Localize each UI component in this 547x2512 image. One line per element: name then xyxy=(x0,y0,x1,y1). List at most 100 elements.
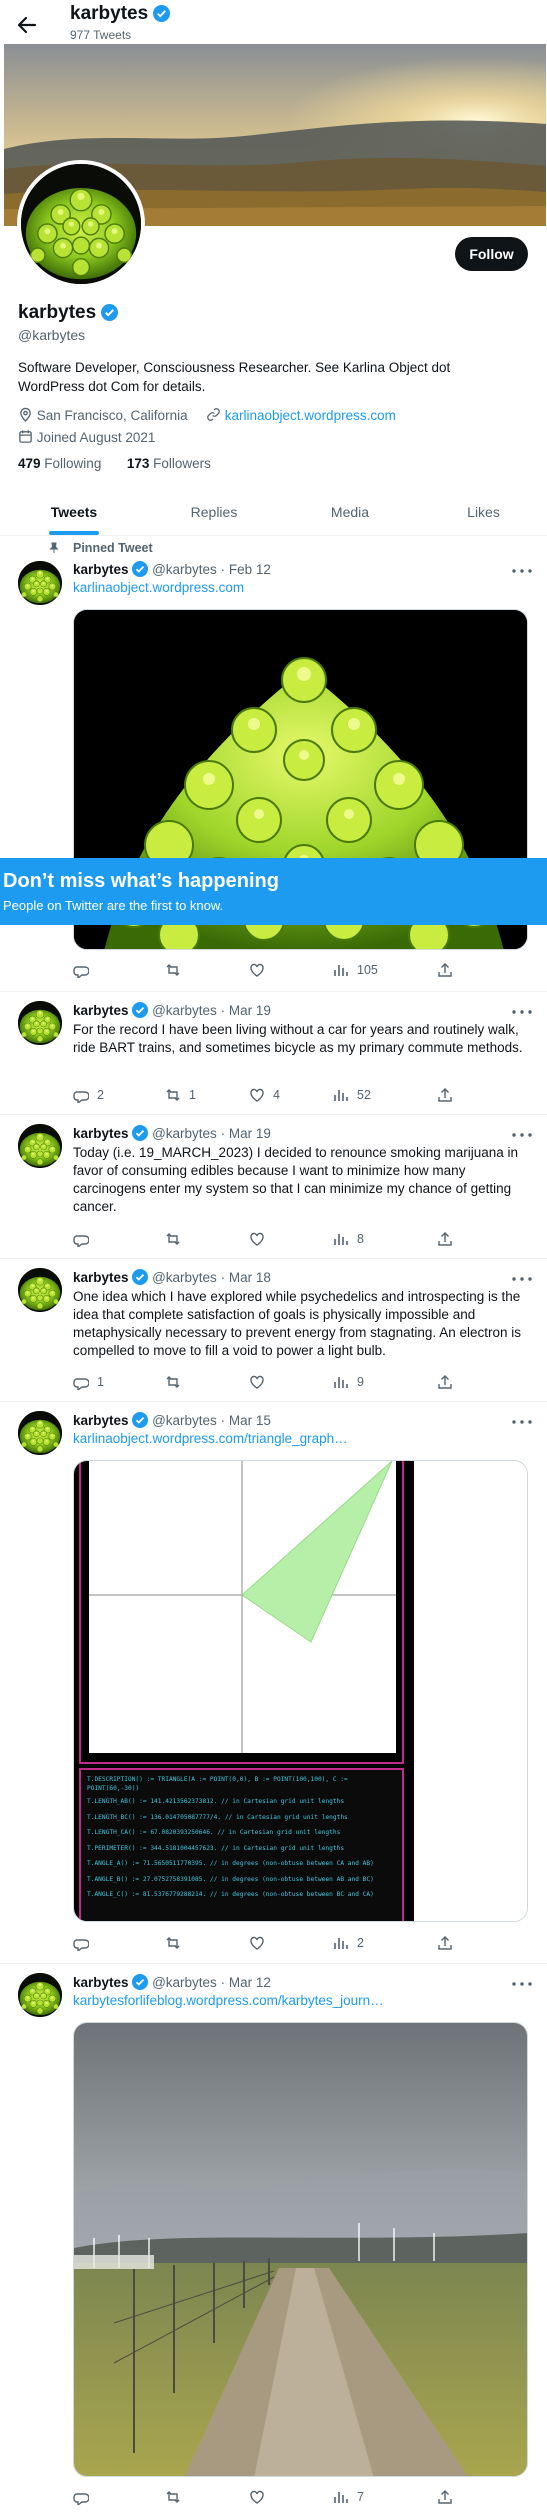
website-link[interactable]: karlinaobject.wordpress.com xyxy=(225,408,396,423)
tweet[interactable]: karbytes @karbytes · Mar 19 For the reco… xyxy=(0,993,547,1115)
tweet-avatar[interactable] xyxy=(18,1973,62,2017)
tweet-author-handle[interactable]: @karbytes xyxy=(152,1975,217,1990)
views-button[interactable]: 2 xyxy=(333,1933,364,1953)
followers-count: 173 xyxy=(126,456,150,471)
reply-button[interactable]: 2 xyxy=(73,1085,104,1105)
tweet-author-handle[interactable]: @karbytes xyxy=(152,1413,217,1428)
like-button[interactable]: 4 xyxy=(249,1085,280,1105)
views-button[interactable]: 52 xyxy=(333,1085,371,1105)
tweet-author-name[interactable]: karbytes xyxy=(73,1126,129,1141)
reply-button[interactable] xyxy=(73,960,97,980)
tweet-author-name[interactable]: karbytes xyxy=(73,562,129,577)
tweet-author-handle[interactable]: @karbytes xyxy=(152,1270,217,1285)
following-stat[interactable]: 479 Following xyxy=(18,456,101,471)
tweet-avatar[interactable] xyxy=(18,1124,62,1168)
retweet-button[interactable] xyxy=(165,1933,189,1953)
tweet-author-handle[interactable]: @karbytes xyxy=(152,1003,217,1018)
tweet[interactable]: karbytes @karbytes · Mar 18 One idea whi… xyxy=(0,1260,547,1402)
share-button[interactable] xyxy=(437,1085,453,1105)
more-options-icon[interactable] xyxy=(511,563,533,579)
dot-separator: · xyxy=(220,1003,226,1018)
tweet-author-name[interactable]: karbytes xyxy=(73,1975,129,1990)
tweet-text: One idea which I have explored while psy… xyxy=(73,1289,521,1358)
views-chart-icon xyxy=(334,2491,348,2504)
share-button[interactable] xyxy=(437,2487,453,2507)
share-button[interactable] xyxy=(437,1372,453,1392)
more-options-icon[interactable] xyxy=(511,1127,533,1143)
tweet-date[interactable]: Feb 12 xyxy=(229,562,271,577)
share-button[interactable] xyxy=(437,1229,453,1249)
more-options-icon[interactable] xyxy=(511,1004,533,1020)
graph-screenshot: T.DESCRIPTION() := TRIANGLE(A := POINT(0… xyxy=(74,1461,414,1921)
tweet-link[interactable]: karbytesforlifeblog.wordpress.com/karbyt… xyxy=(73,1993,384,2008)
tweet[interactable]: karbytes @karbytes · Mar 19 Today (i.e. … xyxy=(0,1116,547,1259)
tab-likes[interactable]: Likes xyxy=(420,488,547,536)
tweet-actions: 1 9 xyxy=(73,1372,513,1392)
views-button[interactable]: 8 xyxy=(333,1229,364,1249)
back-arrow-icon[interactable] xyxy=(14,12,40,38)
more-options-icon[interactable] xyxy=(511,1976,533,1992)
views-button[interactable]: 105 xyxy=(333,960,378,980)
tweet-date[interactable]: Mar 18 xyxy=(229,1270,271,1285)
retweet-icon xyxy=(166,1937,180,1949)
share-button[interactable] xyxy=(437,1933,453,1953)
website-item[interactable]: karlinaobject.wordpress.com xyxy=(206,407,396,423)
retweet-button[interactable] xyxy=(165,960,189,980)
more-options-icon[interactable] xyxy=(511,1414,533,1430)
tweet-text: For the record I have been living withou… xyxy=(73,1022,523,1055)
like-button[interactable] xyxy=(249,1229,273,1249)
more-options-icon[interactable] xyxy=(511,1271,533,1287)
tweet-header: karbytes @karbytes · Mar 12 xyxy=(73,1974,271,1990)
tweet-author-name[interactable]: karbytes xyxy=(73,1003,129,1018)
tweet-author-handle[interactable]: @karbytes xyxy=(152,1126,217,1141)
code-line: T.ANGLE_A() := 71.5650511770395. // in d… xyxy=(87,1860,374,1867)
tweet-image-dirt-road[interactable] xyxy=(73,2022,528,2477)
retweet-button[interactable] xyxy=(165,2487,189,2507)
like-button[interactable] xyxy=(249,1933,273,1953)
tab-media[interactable]: Media xyxy=(280,488,420,536)
signup-banner[interactable]: Don’t miss what’s happening People on Tw… xyxy=(0,858,547,925)
code-line: T.ANGLE_C() := 81.5376779288214. // in d… xyxy=(87,1891,374,1898)
view-count: 9 xyxy=(357,1375,364,1389)
tweet-date[interactable]: Mar 19 xyxy=(229,1126,271,1141)
top-bar: karbytes 977 Tweets xyxy=(0,0,547,44)
tweet-link[interactable]: karlinaobject.wordpress.com/triangle_gra… xyxy=(73,1431,348,1446)
dot-separator: · xyxy=(220,1126,226,1141)
tweet-link[interactable]: karlinaobject.wordpress.com xyxy=(73,580,244,595)
tweet-avatar[interactable] xyxy=(18,1268,62,1312)
tweet-author-name[interactable]: karbytes xyxy=(73,1270,129,1285)
reply-button[interactable] xyxy=(73,1229,97,1249)
tweet-author-handle[interactable]: @karbytes xyxy=(152,562,217,577)
retweet-button[interactable]: 1 xyxy=(165,1085,196,1105)
reply-button[interactable] xyxy=(73,2487,97,2507)
reply-button[interactable] xyxy=(73,1933,97,1953)
retweet-icon xyxy=(166,1089,180,1101)
tab-replies[interactable]: Replies xyxy=(148,488,280,536)
tweet-author-name[interactable]: karbytes xyxy=(73,1413,129,1428)
tweet-date[interactable]: Mar 15 xyxy=(229,1413,271,1428)
tweet-avatar[interactable] xyxy=(18,1411,62,1455)
tweet[interactable]: karbytes @karbytes · Mar 12 karbytesforl… xyxy=(0,1965,547,2512)
retweet-icon xyxy=(166,964,180,976)
code-line: T.ANGLE_B() := 27.0752758391085. // in d… xyxy=(87,1875,374,1883)
views-button[interactable]: 9 xyxy=(333,1372,364,1392)
tweet-image-triangle-graph[interactable]: T.DESCRIPTION() := TRIANGLE(A := POINT(0… xyxy=(73,1460,528,1922)
like-button[interactable] xyxy=(249,2487,273,2507)
follow-button[interactable]: Follow xyxy=(455,237,528,271)
like-button[interactable] xyxy=(249,1372,273,1392)
code-output-panel: T.DESCRIPTION() := TRIANGLE(A := POINT(0… xyxy=(79,1768,404,1921)
like-button[interactable] xyxy=(249,960,273,980)
tweet-avatar[interactable] xyxy=(18,1001,62,1045)
tweet[interactable]: karbytes @karbytes · Mar 15 karlinaobjec… xyxy=(0,1403,547,1964)
reply-button[interactable]: 1 xyxy=(73,1372,104,1392)
tweet-avatar[interactable] xyxy=(18,561,62,605)
tab-tweets[interactable]: Tweets xyxy=(0,488,148,536)
views-button[interactable]: 7 xyxy=(333,2487,364,2507)
share-button[interactable] xyxy=(437,960,453,980)
tweet-date[interactable]: Mar 19 xyxy=(229,1003,271,1018)
retweet-button[interactable] xyxy=(165,1372,189,1392)
followers-stat[interactable]: 173 Followers xyxy=(127,456,211,471)
retweet-button[interactable] xyxy=(165,1229,189,1249)
tweet-date[interactable]: Mar 12 xyxy=(229,1975,271,1990)
profile-avatar[interactable] xyxy=(17,160,145,288)
